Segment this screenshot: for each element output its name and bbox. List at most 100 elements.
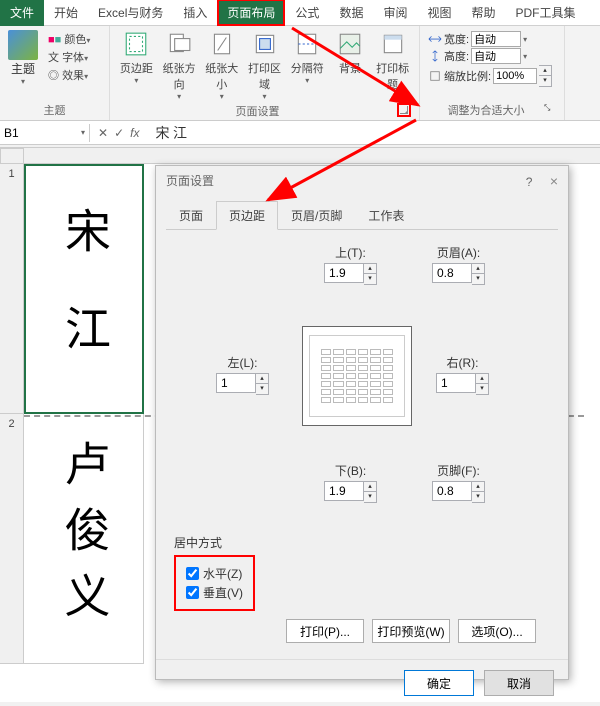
formula-input[interactable]: 宋 江 — [147, 121, 600, 145]
spin-up[interactable]: ▴ — [476, 374, 488, 384]
scale-dialog-launcher[interactable]: ⤡ — [544, 103, 556, 115]
center-horizontal-checkbox[interactable] — [186, 567, 199, 580]
print-area-button[interactable]: 打印区域▾ — [246, 30, 283, 101]
menu-pdf-tools[interactable]: PDF工具集 — [506, 0, 586, 26]
margins-button[interactable]: 页边距▾ — [118, 30, 155, 85]
orientation-button[interactable]: 纸张方向▾ — [161, 30, 198, 101]
cell-b2[interactable]: 卢俊义 — [24, 414, 144, 664]
cell-b1-text: 宋 江 — [61, 207, 107, 371]
colors-button[interactable]: ■■ 颜色▾ — [48, 30, 90, 48]
print-area-icon — [251, 30, 279, 58]
breaks-button[interactable]: 分隔符▾ — [289, 30, 326, 85]
spin-up[interactable]: ▴ — [364, 482, 376, 492]
menu-home[interactable]: 开始 — [44, 0, 88, 26]
chevron-down-icon[interactable]: ▾ — [523, 35, 527, 44]
margin-preview — [302, 326, 412, 426]
margin-footer-label: 页脚(F): — [432, 462, 485, 479]
tab-sheet[interactable]: 工作表 — [355, 201, 417, 230]
spin-up[interactable]: ▴ — [472, 264, 484, 274]
effects-button[interactable]: ◎ 效果▾ — [48, 66, 90, 84]
theme-group-label: 主题 — [8, 100, 101, 118]
margin-left-field: 左(L): ▴▾ — [216, 354, 269, 395]
chevron-down-icon[interactable]: ▾ — [523, 52, 527, 61]
menu-formulas[interactable]: 公式 — [285, 0, 329, 26]
spin-up[interactable]: ▴ — [256, 374, 268, 384]
cancel-button[interactable]: 取消 — [484, 670, 554, 696]
page-setup-dialog: 页面设置 ? × 页面 页边距 页眉/页脚 工作表 上(T): ▴▾ 页眉(A)… — [155, 165, 569, 680]
menu-help[interactable]: 帮助 — [461, 0, 505, 26]
fx-icon[interactable]: fx — [130, 126, 139, 140]
chevron-down-icon: ▾ — [21, 77, 25, 86]
print-button[interactable]: 打印(P)... — [286, 619, 364, 643]
ok-button[interactable]: 确定 — [404, 670, 474, 696]
spin-up[interactable]: ▴ — [364, 264, 376, 274]
margin-right-input[interactable] — [436, 373, 476, 393]
spin-down[interactable]: ▾ — [364, 274, 376, 284]
background-button[interactable]: 背景 — [332, 30, 369, 76]
spin-down[interactable]: ▾ — [256, 384, 268, 394]
ribbon-group-page-setup: 页边距▾ 纸张方向▾ 纸张大小▾ 打印区域▾ 分隔符▾ 背景 — [110, 26, 420, 120]
margin-left-input[interactable] — [216, 373, 256, 393]
margin-top-input[interactable] — [324, 263, 364, 283]
name-box[interactable]: ▾ — [0, 124, 90, 142]
fonts-button[interactable]: 文 字体▾ — [48, 48, 90, 66]
name-box-input[interactable] — [4, 126, 64, 140]
spin-down[interactable]: ▾ — [472, 492, 484, 502]
zoom-up[interactable]: ▴ — [539, 66, 551, 76]
options-button[interactable]: 选项(O)... — [458, 619, 536, 643]
width-label: 宽度: — [444, 31, 469, 47]
zoom-label: 缩放比例: — [444, 68, 491, 84]
tab-header-footer[interactable]: 页眉/页脚 — [278, 201, 355, 230]
menu-view[interactable]: 视图 — [417, 0, 461, 26]
dialog-help-button[interactable]: ? — [526, 175, 533, 189]
row-headers: 1 2 — [0, 164, 24, 664]
themes-label: 主题 — [11, 60, 35, 77]
spin-down[interactable]: ▾ — [364, 492, 376, 502]
menu-excel-finance[interactable]: Excel与财务 — [88, 0, 173, 26]
ribbon: 主题 ▾ ■■ 颜色▾ 文 字体▾ ◎ 效果▾ 主题 页边距▾ 纸张方向▾ 纸张 — [0, 26, 600, 121]
orientation-icon — [165, 30, 193, 58]
width-input[interactable] — [471, 31, 521, 47]
zoom-down[interactable]: ▾ — [539, 76, 551, 86]
paper-size-button[interactable]: 纸张大小▾ — [203, 30, 240, 101]
page-setup-group-label: 页面设置 — [118, 101, 397, 119]
margin-header-input[interactable] — [432, 263, 472, 283]
zoom-input[interactable] — [493, 68, 537, 84]
cell-b1[interactable]: 宋 江 — [24, 164, 144, 414]
chevron-down-icon[interactable]: ▾ — [81, 128, 85, 137]
margin-header-label: 页眉(A): — [432, 244, 485, 261]
themes-button[interactable]: 主题 ▾ — [8, 30, 38, 86]
height-input[interactable] — [471, 48, 521, 64]
menu-file[interactable]: 文件 — [0, 0, 44, 26]
center-vertical-checkbox[interactable] — [186, 586, 199, 599]
width-icon — [428, 33, 442, 45]
margin-right-label: 右(R): — [436, 354, 489, 371]
menu-insert[interactable]: 插入 — [173, 0, 217, 26]
center-mode-section: 居中方式 水平(Z) 垂直(V) — [174, 534, 550, 611]
print-preview-button[interactable]: 打印预览(W) — [372, 619, 450, 643]
menu-data[interactable]: 数据 — [329, 0, 373, 26]
dialog-close-button[interactable]: × — [550, 173, 558, 189]
tab-page[interactable]: 页面 — [166, 201, 216, 230]
height-icon — [428, 50, 442, 62]
spin-down[interactable]: ▾ — [472, 274, 484, 284]
page-setup-dialog-launcher[interactable] — [397, 103, 411, 117]
tab-margins[interactable]: 页边距 — [216, 201, 278, 230]
margin-bottom-input[interactable] — [324, 481, 364, 501]
print-titles-button[interactable]: 打印标题 — [374, 30, 411, 92]
menu-review[interactable]: 审阅 — [373, 0, 417, 26]
menu-page-layout[interactable]: 页面布局 — [217, 0, 285, 26]
confirm-icon[interactable]: ✓ — [114, 126, 124, 140]
spin-up[interactable]: ▴ — [472, 482, 484, 492]
zoom-icon — [428, 70, 442, 82]
row-header-2[interactable]: 2 — [0, 414, 23, 664]
margin-bottom-field: 下(B): ▴▾ — [324, 462, 377, 503]
cancel-icon[interactable]: ✕ — [98, 126, 108, 140]
margin-footer-input[interactable] — [432, 481, 472, 501]
spin-down[interactable]: ▾ — [476, 384, 488, 394]
ribbon-group-scale: 宽度: ▾ 高度: ▾ 缩放比例: ▴▾ 调整为合适大小 ⤡ — [420, 26, 565, 120]
select-all-corner[interactable] — [0, 148, 24, 164]
menubar: 文件 开始 Excel与财务 插入 页面布局 公式 数据 审阅 视图 帮助 PD… — [0, 0, 600, 26]
row-header-1[interactable]: 1 — [0, 164, 23, 414]
column-headers[interactable] — [24, 148, 600, 164]
